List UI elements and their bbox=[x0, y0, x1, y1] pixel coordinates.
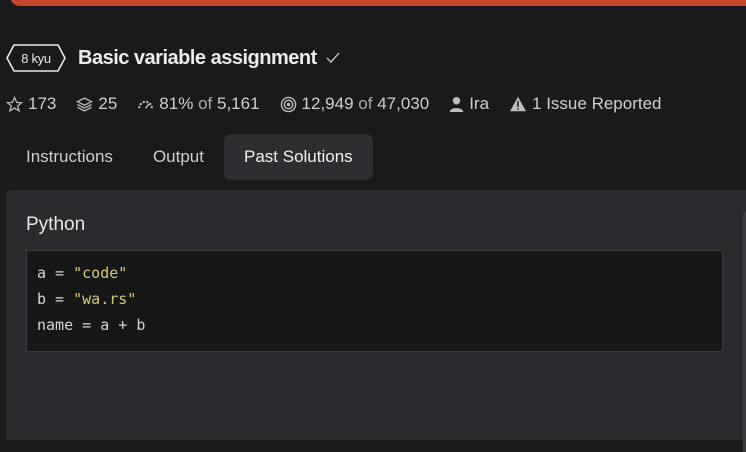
collections-stat[interactable]: 25 bbox=[76, 94, 117, 114]
code-line: a = "code" bbox=[37, 264, 127, 282]
rank-badge: 8 kyu bbox=[6, 43, 66, 73]
issues-stat[interactable]: 1 Issue Reported bbox=[509, 94, 662, 114]
star-icon bbox=[6, 95, 23, 113]
code-text: b = bbox=[37, 290, 74, 308]
code-text: a = bbox=[37, 264, 74, 282]
kata-tabs: Instructions Output Past Solutions bbox=[6, 134, 373, 180]
completed-of: of bbox=[358, 94, 373, 113]
completed-count: 12,949 bbox=[301, 94, 354, 113]
code-text: name = a + b bbox=[37, 316, 146, 334]
check-icon bbox=[326, 52, 340, 64]
code-block: a = "code" b = "wa.rs" name = a + b bbox=[26, 250, 723, 352]
satisfaction-stat: 81% of 5,161 bbox=[137, 94, 260, 114]
string-literal: "wa.rs" bbox=[73, 290, 137, 308]
kata-title: Basic variable assignment bbox=[78, 46, 317, 69]
solution-language: Python bbox=[26, 214, 86, 235]
code-line: name = a + b bbox=[37, 316, 145, 334]
tab-output[interactable]: Output bbox=[133, 134, 224, 180]
rank-label: 8 kyu bbox=[21, 50, 51, 66]
issues-label: 1 Issue Reported bbox=[532, 94, 662, 113]
warning-icon bbox=[509, 96, 527, 112]
stars-stat[interactable]: 173 bbox=[6, 94, 56, 114]
satisfaction-votes: 5,161 bbox=[216, 94, 260, 113]
target-icon bbox=[280, 96, 297, 113]
tab-past-solutions[interactable]: Past Solutions bbox=[223, 134, 373, 180]
code-line: b = "wa.rs" bbox=[37, 290, 136, 308]
kata-stats: 173 25 81% of 5,161 12,949 of 47,030 Ira… bbox=[6, 92, 682, 116]
tab-instructions[interactable]: Instructions bbox=[6, 134, 133, 180]
collections-count: 25 bbox=[98, 94, 118, 113]
solutions-panel: Python a = "code" b = "wa.rs" name = a +… bbox=[6, 190, 746, 452]
string-literal: "code" bbox=[73, 264, 128, 282]
satisfaction-rating: 81% bbox=[159, 94, 194, 113]
author-name: Ira bbox=[469, 94, 490, 113]
stars-count: 173 bbox=[28, 94, 57, 113]
stack-icon bbox=[76, 96, 94, 113]
satisfaction-of: of bbox=[198, 94, 213, 113]
kata-header: 8 kyu Basic variable assignment bbox=[6, 42, 340, 74]
author-stat[interactable]: Ira bbox=[449, 94, 489, 114]
top-accent-bar bbox=[10, 0, 746, 6]
gauge-icon bbox=[137, 97, 154, 111]
user-icon bbox=[449, 96, 464, 113]
completion-stat: 12,949 of 47,030 bbox=[280, 94, 430, 114]
attempted-count: 47,030 bbox=[377, 94, 430, 113]
